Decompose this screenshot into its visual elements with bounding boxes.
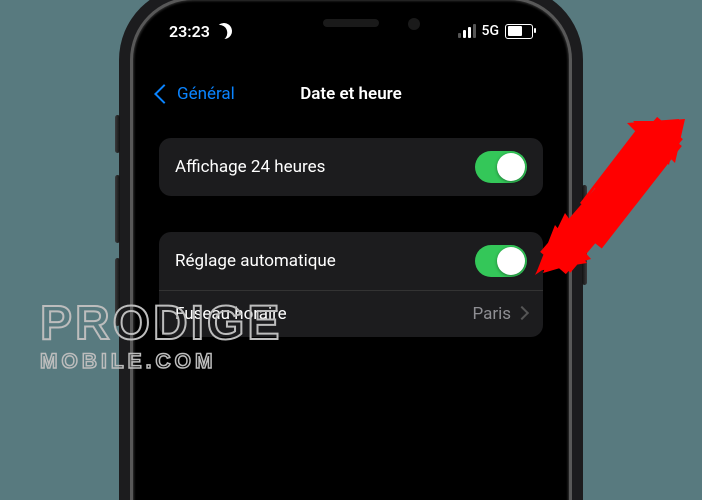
back-label: Général xyxy=(177,84,235,104)
row-24h-format[interactable]: Affichage 24 heures xyxy=(159,138,543,196)
annotation-arrow-icon xyxy=(535,113,695,283)
timezone-value: Paris xyxy=(472,304,527,324)
back-button[interactable]: Général xyxy=(157,84,235,104)
mute-switch xyxy=(115,115,120,153)
battery-icon xyxy=(505,24,533,39)
toggle-24h[interactable] xyxy=(475,151,527,183)
screen: 23:23 5G Général Date et heure Affichage… xyxy=(141,8,561,500)
nav-bar: Général Date et heure xyxy=(141,72,561,116)
volume-up-button xyxy=(115,175,120,243)
network-label: 5G xyxy=(482,23,500,39)
group-24h: Affichage 24 heures xyxy=(159,138,543,196)
do-not-disturb-icon xyxy=(215,22,234,41)
toggle-auto[interactable] xyxy=(475,245,527,277)
watermark-line2: MOBILE.COM xyxy=(40,350,282,374)
row-label: Affichage 24 heures xyxy=(175,157,325,177)
chevron-left-icon xyxy=(154,84,174,104)
row-label: Réglage automatique xyxy=(175,251,336,271)
signal-icon xyxy=(458,24,476,38)
notch xyxy=(246,8,456,42)
status-time: 23:23 xyxy=(169,22,210,41)
phone-frame: 23:23 5G Général Date et heure Affichage… xyxy=(133,0,569,500)
row-auto-set[interactable]: Réglage automatique xyxy=(159,232,543,290)
page-title: Date et heure xyxy=(300,84,402,104)
watermark: PRODIGE MOBILE.COM xyxy=(40,300,282,374)
watermark-line1: PRODIGE xyxy=(40,300,282,348)
